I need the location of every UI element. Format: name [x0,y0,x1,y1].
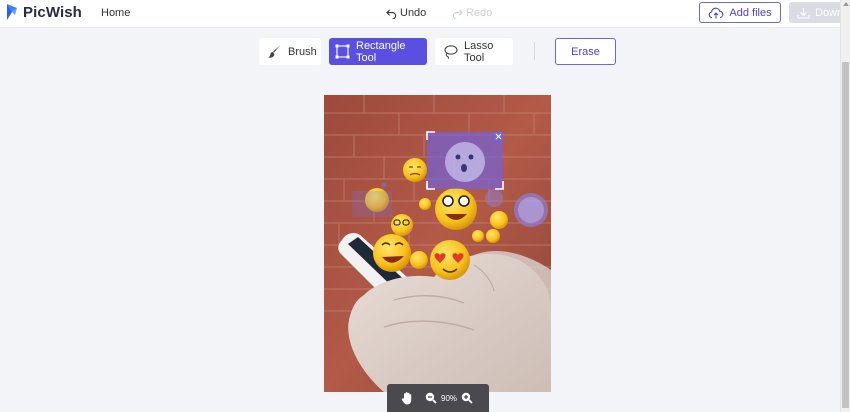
lasso-tool-button[interactable]: Lasso Tool [435,38,513,65]
photo-emojis-phone [324,95,551,392]
brand-logo[interactable]: PicWish [5,3,82,21]
zoom-in-icon[interactable] [461,392,473,404]
rectangle-icon [335,44,350,59]
redo-label: Redo [466,7,493,19]
undo-label: Undo [400,7,427,19]
add-files-button[interactable]: Add files [699,2,781,23]
download-button[interactable]: Download [789,2,845,23]
selection-rectangle [426,131,504,190]
lasso-label: Lasso Tool [464,39,494,64]
cloud-upload-icon [709,7,724,18]
brand-name: PicWish [23,3,82,21]
scrollbar-thumb[interactable] [842,62,849,408]
top-bar: PicWish Home Undo Redo Add files Downloa… [0,0,845,28]
brush-label: Brush [288,45,317,58]
undo-icon [386,8,397,19]
image-canvas[interactable] [324,95,551,392]
zoom-bar: 90% [387,384,489,412]
hand-icon[interactable] [400,391,414,405]
nav-home-link[interactable]: Home [101,7,130,19]
brush-icon [268,45,280,58]
scroll-up-arrow-icon[interactable] [843,2,849,6]
picwish-logo-icon [7,4,17,20]
brush-tool-button[interactable]: Brush [259,38,321,65]
download-icon [797,7,810,19]
lasso-icon [444,45,458,59]
selection-close-icon [494,132,503,141]
zoom-value: 90% [441,393,458,403]
undo-button[interactable]: Undo [386,7,426,19]
toolbar-divider [534,42,535,60]
erase-button[interactable]: Erase [555,38,616,65]
vertical-scrollbar[interactable] [840,0,850,412]
rectangle-tool-button[interactable]: Rectangle Tool [329,38,427,65]
redo-button[interactable]: Redo [452,7,492,19]
redo-icon [452,8,463,19]
zoom-out-icon[interactable] [425,392,437,404]
add-files-label: Add files [729,6,772,19]
rectangle-label: Rectangle Tool [356,39,406,64]
